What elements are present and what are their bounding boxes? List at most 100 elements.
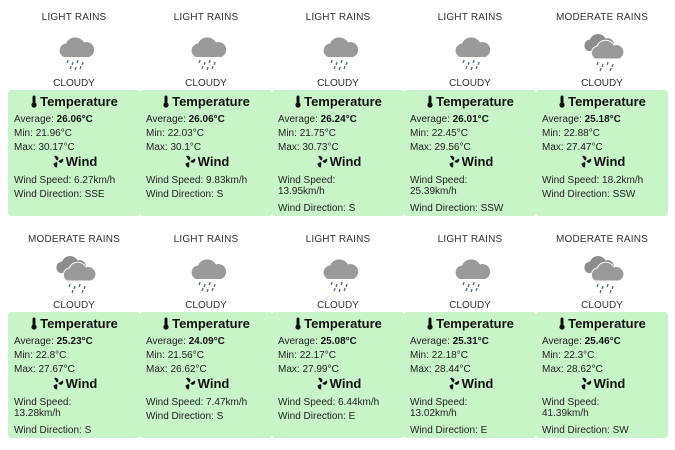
- wind-direction-label: Wind Direction:: [14, 425, 82, 436]
- temperature-heading: Temperature: [8, 316, 140, 333]
- moderate-rain-clouds-icon: [582, 251, 626, 295]
- wind-heading: Wind: [272, 376, 404, 393]
- wind-heading-label: Wind: [197, 154, 230, 169]
- wind-speed: Wind Speed: 13.02km/h: [410, 397, 532, 419]
- wind-heading-label: Wind: [65, 154, 98, 169]
- wind-speed-value: 6.27km/h: [74, 175, 116, 186]
- temperature-average: Average: 25.18°C: [542, 114, 664, 125]
- wind-direction-value: SSW: [612, 189, 636, 200]
- min-label: Min:: [278, 350, 297, 361]
- forecast-condition: MODERATE RAINS: [555, 12, 649, 23]
- temperature-heading-label: Temperature: [304, 94, 382, 109]
- average-value: 25.23°C: [56, 336, 93, 347]
- wind-heading-label: Wind: [197, 376, 230, 391]
- wind-fan-icon: [447, 155, 460, 171]
- wind-heading-label: Wind: [65, 376, 98, 391]
- temperature-average: Average: 26.24°C: [278, 114, 400, 125]
- forecast-details-panel: Temperature Average: 25.23°C Min: 22.8°C Ma…: [8, 312, 140, 438]
- temperature-heading-label: Temperature: [40, 316, 118, 331]
- wind-direction: Wind Direction: E: [278, 411, 400, 422]
- wind-direction-label: Wind Direction:: [146, 189, 214, 200]
- wind-speed-value: 7.47km/h: [206, 397, 248, 408]
- temperature-max: Max: 30.73°C: [278, 142, 400, 153]
- thermometer-icon: [558, 95, 566, 111]
- max-value: 27.47°C: [566, 142, 603, 153]
- min-label: Min:: [14, 128, 33, 139]
- wind-speed-label: Wind Speed:: [542, 397, 600, 408]
- max-value: 28.44°C: [434, 364, 471, 375]
- sky-condition: CLOUDY: [317, 78, 359, 89]
- average-value: 26.06°C: [188, 114, 225, 125]
- wind-heading: Wind: [8, 154, 140, 171]
- thermometer-icon: [426, 317, 434, 333]
- wind-direction: Wind Direction: E: [410, 425, 532, 436]
- forecast-condition: LIGHT RAINS: [305, 12, 371, 23]
- temperature-max: Max: 26.62°C: [146, 364, 268, 375]
- forecast-details-panel: Temperature Average: 26.06°C Min: 21.96°C M…: [8, 90, 140, 216]
- light-rain-cloud-icon: [186, 251, 230, 295]
- moderate-rain-clouds-icon: [582, 29, 626, 73]
- wind-direction: Wind Direction: S: [278, 203, 400, 214]
- light-rain-cloud-icon: [318, 251, 362, 295]
- wind-fan-icon: [447, 377, 460, 393]
- wind-fan-icon: [51, 377, 64, 393]
- wind-fan-icon: [315, 155, 328, 171]
- wind-direction-value: SSW: [480, 203, 504, 214]
- wind-heading-label: Wind: [461, 154, 494, 169]
- min-label: Min:: [146, 350, 165, 361]
- average-value: 25.08°C: [320, 336, 357, 347]
- wind-fan-icon: [183, 377, 196, 393]
- wind-speed: Wind Speed: 18.2km/h: [542, 175, 664, 186]
- thermometer-icon: [162, 95, 170, 111]
- forecast-details-panel: Temperature Average: 26.24°C Min: 21.75°C M…: [272, 90, 404, 216]
- wind-direction: Wind Direction: SSE: [14, 189, 136, 200]
- average-label: Average:: [410, 114, 450, 125]
- max-label: Max:: [146, 142, 168, 153]
- wind-speed-value: 6.44km/h: [338, 397, 380, 408]
- wind-direction-value: S: [348, 203, 356, 214]
- wind-direction-label: Wind Direction:: [146, 411, 214, 422]
- wind-speed: Wind Speed: 41.39km/h: [542, 397, 664, 419]
- average-label: Average:: [14, 336, 54, 347]
- wind-direction-label: Wind Direction:: [410, 425, 478, 436]
- temperature-heading-label: Temperature: [568, 94, 646, 109]
- forecast-condition: LIGHT RAINS: [305, 234, 371, 245]
- wind-fan-icon: [183, 155, 196, 171]
- min-label: Min:: [14, 350, 33, 361]
- sky-condition: CLOUDY: [185, 300, 227, 311]
- min-value: 22.8°C: [35, 350, 67, 361]
- wind-speed: Wind Speed: 6.44km/h: [278, 397, 400, 408]
- wind-speed-value: 25.39km/h: [410, 186, 457, 197]
- wind-speed-value: 41.39km/h: [542, 408, 589, 419]
- min-value: 22.17°C: [299, 350, 336, 361]
- wind-heading: Wind: [404, 154, 536, 171]
- sky-condition: CLOUDY: [53, 300, 95, 311]
- sky-condition: CLOUDY: [581, 78, 623, 89]
- wind-heading-label: Wind: [329, 154, 362, 169]
- temperature-heading: Temperature: [272, 316, 404, 333]
- average-label: Average:: [542, 114, 582, 125]
- max-label: Max:: [14, 142, 36, 153]
- temperature-heading-label: Temperature: [436, 94, 514, 109]
- min-label: Min:: [542, 350, 561, 361]
- temperature-average: Average: 26.01°C: [410, 114, 532, 125]
- temperature-max: Max: 28.44°C: [410, 364, 532, 375]
- forecast-condition: MODERATE RAINS: [555, 234, 649, 245]
- temperature-heading-label: Temperature: [40, 94, 118, 109]
- temperature-heading-label: Temperature: [436, 316, 514, 331]
- temperature-max: Max: 28.62°C: [542, 364, 664, 375]
- wind-heading: Wind: [8, 376, 140, 393]
- wind-direction: Wind Direction: SW: [542, 425, 664, 436]
- temperature-heading: Temperature: [140, 94, 272, 111]
- wind-direction: Wind Direction: SSW: [542, 189, 664, 200]
- wind-fan-icon: [315, 377, 328, 393]
- temperature-min: Min: 22.88°C: [542, 128, 664, 139]
- wind-heading-label: Wind: [461, 376, 494, 391]
- min-value: 21.56°C: [167, 350, 204, 361]
- sky-condition: CLOUDY: [53, 78, 95, 89]
- wind-heading: Wind: [140, 376, 272, 393]
- wind-direction-value: S: [84, 425, 92, 436]
- average-label: Average:: [278, 336, 318, 347]
- wind-speed: Wind Speed: 25.39km/h: [410, 175, 532, 197]
- temperature-min: Min: 22.03°C: [146, 128, 268, 139]
